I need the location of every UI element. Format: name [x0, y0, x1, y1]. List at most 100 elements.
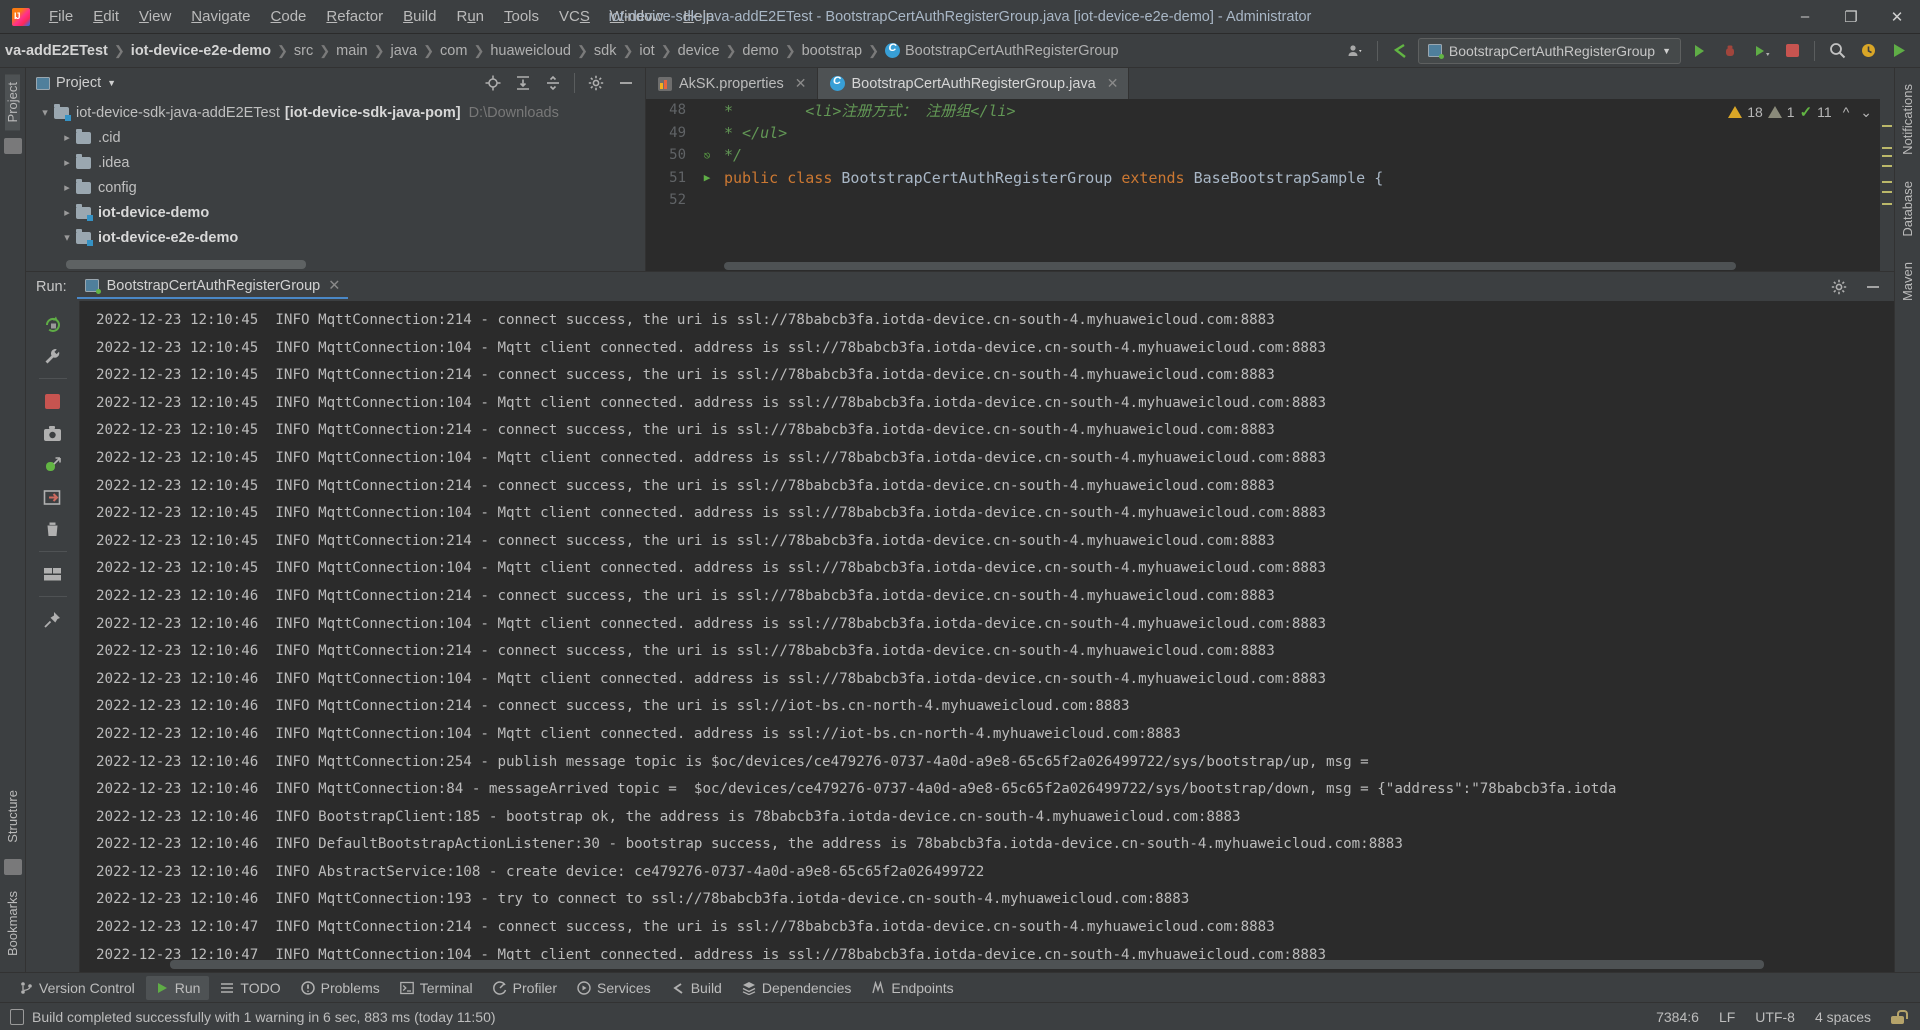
menu-run[interactable]: Run — [447, 4, 493, 29]
rerun-icon[interactable] — [36, 309, 70, 339]
close-icon[interactable]: ✕ — [795, 75, 807, 92]
breadcrumb-item-6[interactable]: huaweicloud — [485, 41, 576, 61]
breadcrumb-item-7[interactable]: sdk — [589, 41, 622, 61]
breadcrumb-item-9[interactable]: device — [673, 41, 725, 61]
unlocked-icon[interactable] — [1891, 1010, 1904, 1024]
tool-window-version-control[interactable]: Version Control — [10, 976, 144, 1000]
menu-navigate[interactable]: Navigate — [182, 4, 259, 29]
run-configuration-selector[interactable]: BootstrapCertAuthRegisterGroup ▼ — [1418, 38, 1681, 64]
menu-tools[interactable]: Tools — [495, 4, 548, 29]
breadcrumb-item-1[interactable]: iot-device-e2e-demo — [126, 41, 276, 61]
debug-jump-icon[interactable] — [36, 450, 70, 480]
tree-item-root[interactable]: ▾ iot-device-sdk-java-addE2ETest [iot-de… — [26, 100, 645, 125]
line-separator[interactable]: LF — [1719, 1009, 1735, 1025]
code-viewport[interactable]: 48 * <li>注册方式： 注册组</li> 49 * </ul> 50 ⎋ — [646, 99, 1894, 271]
inspection-marker-bar[interactable] — [1880, 99, 1894, 271]
tree-item-iot-device-demo[interactable]: ▸ iot-device-demo — [26, 200, 645, 225]
commit-icon[interactable] — [4, 138, 22, 154]
tool-window-terminal[interactable]: Terminal — [391, 976, 482, 1000]
plugins-update-icon[interactable] — [1855, 39, 1881, 63]
tool-window-dependencies[interactable]: Dependencies — [733, 976, 861, 1000]
breadcrumb-item-10[interactable]: demo — [737, 41, 783, 61]
fold-marker-icon[interactable]: ⎋ — [696, 149, 718, 162]
menu-build[interactable]: Build — [394, 4, 445, 29]
debug-icon[interactable] — [1717, 39, 1743, 63]
scroll-up-icon[interactable]: ^ — [1843, 104, 1850, 120]
tab-aksk-properties[interactable]: AkSK.properties ✕ — [646, 68, 818, 99]
user-profile-icon[interactable] — [1342, 39, 1368, 63]
stop-icon[interactable] — [1779, 39, 1805, 63]
tool-window-profiler[interactable]: Profiler — [484, 976, 566, 1000]
indent-setting[interactable]: 4 spaces — [1815, 1009, 1871, 1025]
delete-icon[interactable] — [36, 514, 70, 544]
chevron-right-icon[interactable]: ▸ — [58, 131, 76, 144]
caret-position[interactable]: 7384:6 — [1656, 1009, 1699, 1025]
menu-edit[interactable]: Edit — [84, 4, 128, 29]
wrench-icon[interactable] — [36, 341, 70, 371]
tool-window-todo[interactable]: TODO — [211, 976, 289, 1000]
pin-icon[interactable] — [36, 604, 70, 634]
run-icon[interactable] — [1686, 39, 1712, 63]
chevron-down-icon[interactable]: ▼ — [107, 78, 116, 88]
sidebar-item-maven[interactable]: Maven — [1900, 254, 1915, 309]
chevron-right-icon[interactable]: ▸ — [58, 181, 76, 194]
layout-icon[interactable] — [36, 559, 70, 589]
tool-window-services[interactable]: Services — [568, 976, 660, 1000]
tool-window-build[interactable]: Build — [662, 976, 731, 1000]
breadcrumb-item-3[interactable]: main — [331, 41, 372, 61]
build-status-icon[interactable] — [10, 1009, 24, 1025]
run-tab[interactable]: BootstrapCertAuthRegisterGroup ✕ — [77, 275, 349, 299]
hide-panel-icon[interactable] — [613, 71, 639, 95]
close-icon[interactable]: ✕ — [1107, 75, 1119, 92]
sidebar-item-database[interactable]: Database — [1900, 173, 1915, 245]
tree-item-idea[interactable]: ▸ .idea — [26, 150, 645, 175]
console-hscrollbar[interactable] — [170, 960, 1884, 969]
sidebar-item-notifications[interactable]: Notifications — [1900, 76, 1915, 163]
run-gutter-icon[interactable]: ▶ — [696, 171, 718, 184]
run-console[interactable]: 2022-12-23 12:10:45 INFO MqttConnection:… — [80, 301, 1894, 972]
expand-all-icon[interactable] — [510, 71, 536, 95]
tab-bootstrapcertauthregistergroup-java[interactable]: BootstrapCertAuthRegisterGroup.java ✕ — [818, 68, 1130, 99]
project-tree-hscrollbar[interactable] — [66, 260, 637, 269]
tree-item-config[interactable]: ▸ config — [26, 175, 645, 200]
sidebar-item-project[interactable]: Project — [5, 74, 20, 130]
chevron-right-icon[interactable]: ▸ — [58, 206, 76, 219]
bookmarks-icon[interactable] — [4, 859, 22, 875]
chevron-down-icon[interactable]: ▾ — [58, 231, 76, 244]
menu-file[interactable]: File — [40, 4, 82, 29]
settings-icon[interactable] — [583, 71, 609, 95]
breadcrumb-item-2[interactable]: src — [289, 41, 318, 61]
screenshot-icon[interactable] — [36, 418, 70, 448]
file-encoding[interactable]: UTF-8 — [1755, 1009, 1795, 1025]
menu-vcs[interactable]: VCS — [550, 4, 599, 29]
minimize-button[interactable]: – — [1782, 0, 1828, 34]
breadcrumb-item-0[interactable]: va-addE2ETest — [0, 41, 113, 61]
breadcrumb-item-12[interactable]: BootstrapCertAuthRegisterGroup — [880, 41, 1124, 61]
breadcrumb-item-8[interactable]: iot — [634, 41, 659, 61]
menu-view[interactable]: View — [130, 4, 180, 29]
menu-refactor[interactable]: Refactor — [317, 4, 392, 29]
hide-panel-icon[interactable] — [1860, 275, 1886, 299]
menu-help[interactable]: Help — [674, 4, 723, 29]
tool-window-problems[interactable]: Problems — [292, 976, 389, 1000]
run-with-coverage-icon[interactable] — [1748, 39, 1774, 63]
scroll-down-icon[interactable]: ⌄ — [1860, 104, 1872, 121]
breadcrumb-item-4[interactable]: java — [386, 41, 423, 61]
settings-icon[interactable] — [1826, 275, 1852, 299]
close-button[interactable]: ✕ — [1874, 0, 1920, 34]
menu-code[interactable]: Code — [262, 4, 316, 29]
code-hscrollbar[interactable] — [724, 262, 1874, 270]
tree-item-iot-device-e2e-demo[interactable]: ▾ iot-device-e2e-demo — [26, 225, 645, 250]
locate-icon[interactable] — [480, 71, 506, 95]
maximize-button[interactable]: ❐ — [1828, 0, 1874, 34]
vcs-update-icon[interactable] — [1387, 39, 1413, 63]
breadcrumb-item-5[interactable]: com — [435, 41, 472, 61]
tool-window-endpoints[interactable]: Endpoints — [862, 976, 962, 1000]
chevron-down-icon[interactable]: ▾ — [36, 106, 54, 119]
sidebar-item-structure[interactable]: Structure — [5, 782, 20, 851]
chevron-right-icon[interactable]: ▸ — [58, 156, 76, 169]
menu-window[interactable]: Window — [601, 4, 672, 29]
breadcrumb-item-11[interactable]: bootstrap — [797, 41, 867, 61]
inspection-widget[interactable]: 18 1 ✓ 11 ^ ⌄ — [1728, 103, 1872, 121]
search-icon[interactable] — [1824, 39, 1850, 63]
